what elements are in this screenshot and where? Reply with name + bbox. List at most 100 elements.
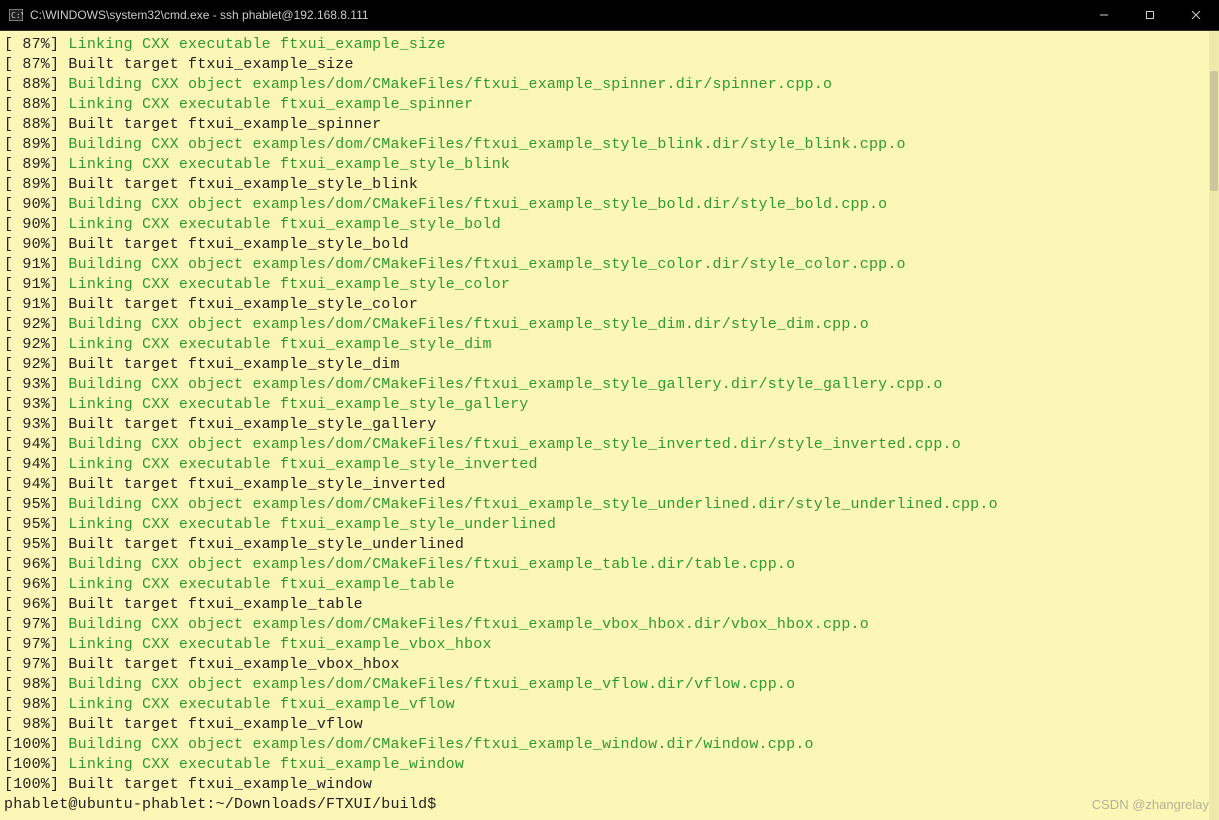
close-button[interactable] [1173, 0, 1219, 30]
bracket-close: ] [50, 696, 68, 713]
terminal-line: [ 91%] Built target ftxui_example_style_… [4, 295, 1209, 315]
scrollbar-track[interactable] [1209, 31, 1219, 820]
bracket-open: [ [4, 316, 13, 333]
bracket-close: ] [50, 356, 68, 373]
bracket-open: [ [4, 336, 13, 353]
terminal-line: [ 89%] Building CXX object examples/dom/… [4, 135, 1209, 155]
progress-percent: 87% [13, 56, 50, 73]
terminal-line: [ 97%] Built target ftxui_example_vbox_h… [4, 655, 1209, 675]
minimize-button[interactable] [1081, 0, 1127, 30]
bracket-close: ] [50, 416, 68, 433]
build-status: Built target ftxui_example_style_inverte… [68, 476, 445, 493]
bracket-open: [ [4, 356, 13, 373]
bracket-close: ] [50, 216, 68, 233]
bracket-open: [ [4, 76, 13, 93]
progress-percent: 100% [13, 736, 50, 753]
bracket-close: ] [50, 76, 68, 93]
maximize-button[interactable] [1127, 0, 1173, 30]
terminal-line: [ 90%] Linking CXX executable ftxui_exam… [4, 215, 1209, 235]
build-step: Linking CXX executable ftxui_example_tab… [68, 576, 454, 593]
bracket-open: [ [4, 376, 13, 393]
progress-percent: 97% [13, 656, 50, 673]
bracket-close: ] [50, 636, 68, 653]
bracket-close: ] [50, 296, 68, 313]
bracket-open: [ [4, 516, 13, 533]
bracket-open: [ [4, 616, 13, 633]
bracket-close: ] [50, 116, 68, 133]
terminal-line: [ 96%] Building CXX object examples/dom/… [4, 555, 1209, 575]
bracket-close: ] [50, 316, 68, 333]
terminal-line: [ 96%] Built target ftxui_example_table [4, 595, 1209, 615]
bracket-close: ] [50, 756, 68, 773]
build-step: Building CXX object examples/dom/CMakeFi… [68, 376, 942, 393]
window-title: C:\WINDOWS\system32\cmd.exe - ssh phable… [30, 8, 369, 22]
terminal-line: [ 95%] Built target ftxui_example_style_… [4, 535, 1209, 555]
bracket-close: ] [50, 656, 68, 673]
build-step: Building CXX object examples/dom/CMakeFi… [68, 556, 795, 573]
bracket-close: ] [50, 676, 68, 693]
bracket-open: [ [4, 676, 13, 693]
shell-prompt[interactable]: phablet@ubuntu-phablet:~/Downloads/FTXUI… [4, 795, 1209, 815]
bracket-close: ] [50, 36, 68, 53]
build-step: Linking CXX executable ftxui_example_spi… [68, 96, 473, 113]
build-step: Linking CXX executable ftxui_example_win… [68, 756, 464, 773]
terminal-line: [ 94%] Linking CXX executable ftxui_exam… [4, 455, 1209, 475]
progress-percent: 97% [13, 636, 50, 653]
build-step: Linking CXX executable ftxui_example_vbo… [68, 636, 491, 653]
bracket-open: [ [4, 656, 13, 673]
progress-percent: 93% [13, 416, 50, 433]
progress-percent: 95% [13, 536, 50, 553]
terminal-line: [ 92%] Built target ftxui_example_style_… [4, 355, 1209, 375]
terminal-line: [ 89%] Linking CXX executable ftxui_exam… [4, 155, 1209, 175]
terminal-line: [ 87%] Linking CXX executable ftxui_exam… [4, 35, 1209, 55]
terminal-line: [ 95%] Building CXX object examples/dom/… [4, 495, 1209, 515]
progress-percent: 93% [13, 396, 50, 413]
bracket-close: ] [50, 396, 68, 413]
terminal-line: [ 89%] Built target ftxui_example_style_… [4, 175, 1209, 195]
terminal-line: [ 90%] Built target ftxui_example_style_… [4, 235, 1209, 255]
terminal-line: [ 88%] Building CXX object examples/dom/… [4, 75, 1209, 95]
bracket-close: ] [50, 736, 68, 753]
bracket-close: ] [50, 196, 68, 213]
svg-text:C:\: C:\ [11, 11, 23, 20]
terminal-line: [ 91%] Building CXX object examples/dom/… [4, 255, 1209, 275]
terminal-line: [ 97%] Linking CXX executable ftxui_exam… [4, 635, 1209, 655]
terminal-line: [ 97%] Building CXX object examples/dom/… [4, 615, 1209, 635]
terminal-line: [ 90%] Building CXX object examples/dom/… [4, 195, 1209, 215]
scrollbar-thumb[interactable] [1210, 71, 1218, 191]
terminal-viewport[interactable]: [ 87%] Linking CXX executable ftxui_exam… [0, 30, 1219, 820]
build-status: Built target ftxui_example_spinner [68, 116, 381, 133]
bracket-open: [ [4, 496, 13, 513]
build-step: Linking CXX executable ftxui_example_sty… [68, 516, 556, 533]
bracket-close: ] [50, 436, 68, 453]
terminal-content[interactable]: [ 87%] Linking CXX executable ftxui_exam… [0, 31, 1209, 820]
terminal-line: [ 92%] Linking CXX executable ftxui_exam… [4, 335, 1209, 355]
progress-percent: 96% [13, 576, 50, 593]
progress-percent: 91% [13, 276, 50, 293]
terminal-line: [100%] Building CXX object examples/dom/… [4, 735, 1209, 755]
bracket-open: [ [4, 716, 13, 733]
bracket-open: [ [4, 396, 13, 413]
window-controls [1081, 0, 1219, 30]
titlebar[interactable]: C:\ C:\WINDOWS\system32\cmd.exe - ssh ph… [0, 0, 1219, 30]
progress-percent: 94% [13, 476, 50, 493]
bracket-open: [ [4, 216, 13, 233]
progress-percent: 89% [13, 176, 50, 193]
progress-percent: 91% [13, 296, 50, 313]
bracket-open: [ [4, 536, 13, 553]
bracket-open: [ [4, 736, 13, 753]
bracket-close: ] [50, 256, 68, 273]
build-step: Linking CXX executable ftxui_example_sty… [68, 276, 510, 293]
bracket-close: ] [50, 336, 68, 353]
build-step: Linking CXX executable ftxui_example_sty… [68, 456, 537, 473]
progress-percent: 100% [13, 756, 50, 773]
build-step: Building CXX object examples/dom/CMakeFi… [68, 256, 905, 273]
bracket-open: [ [4, 276, 13, 293]
build-step: Linking CXX executable ftxui_example_vfl… [68, 696, 454, 713]
progress-percent: 90% [13, 216, 50, 233]
build-step: Building CXX object examples/dom/CMakeFi… [68, 616, 869, 633]
bracket-close: ] [50, 56, 68, 73]
build-step: Linking CXX executable ftxui_example_siz… [68, 36, 445, 53]
build-status: Built target ftxui_example_style_blink [68, 176, 418, 193]
progress-percent: 92% [13, 356, 50, 373]
